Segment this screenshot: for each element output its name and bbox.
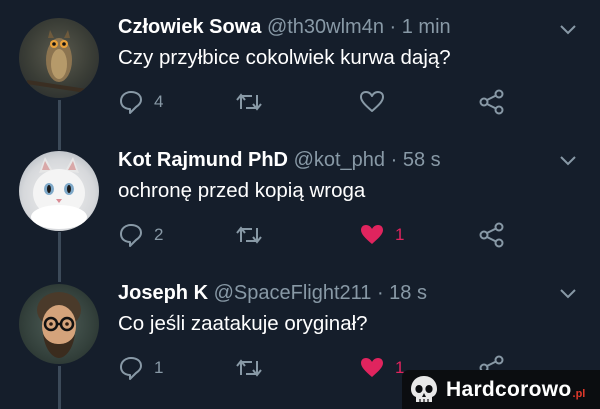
reply-button[interactable]: 2	[118, 221, 163, 249]
heart-icon	[360, 91, 384, 112]
skull-icon	[411, 375, 437, 402]
reply-button[interactable]: 4	[118, 88, 163, 116]
author-handle[interactable]: @th30wlm4n	[267, 16, 384, 38]
share-icon	[479, 222, 504, 248]
tweet[interactable]: Człowiek Sowa @th30wlm4n · 1 min Czy prz…	[0, 0, 600, 125]
like-button[interactable]: 1	[359, 354, 404, 382]
tweet-header: Kot Rajmund PhD @kot_phd · 58 s	[118, 149, 441, 172]
watermark: Hardcorowo .pl	[402, 370, 600, 409]
tweet-header: Człowiek Sowa @th30wlm4n · 1 min	[118, 16, 451, 39]
reply-icon	[120, 357, 142, 380]
tweet-text: Co jeśli zaatakuje oryginał?	[118, 312, 368, 335]
tweet-text: Czy przyłbice cokolwiek kurwa dają?	[118, 46, 451, 69]
tweet-header: Joseph K @SpaceFlight211 · 18 s	[118, 282, 427, 305]
timestamp[interactable]: · 1 min	[390, 16, 451, 38]
share-button[interactable]	[479, 221, 505, 249]
retweet-icon	[236, 359, 262, 377]
reply-icon	[120, 91, 142, 114]
chevron-down-icon[interactable]	[558, 22, 578, 36]
tweet-text: ochronę przed kopią wroga	[118, 179, 366, 202]
tweet-actions: 2 1	[118, 221, 518, 251]
retweet-button[interactable]	[234, 221, 264, 249]
cat-avatar[interactable]	[19, 151, 99, 231]
chevron-down-icon[interactable]	[558, 153, 578, 167]
tweet[interactable]: Kot Rajmund PhD @kot_phd · 58 s ochronę …	[0, 125, 600, 261]
tweet-actions: 4	[118, 88, 518, 118]
retweet-icon	[236, 93, 262, 111]
author-name[interactable]: Kot Rajmund PhD	[118, 149, 288, 171]
reply-count: 2	[154, 225, 164, 244]
man-avatar[interactable]	[19, 284, 99, 364]
reply-button[interactable]: 1	[118, 354, 163, 382]
heart-filled-icon	[361, 225, 383, 244]
author-name[interactable]: Człowiek Sowa	[118, 16, 261, 38]
retweet-button[interactable]	[234, 354, 264, 382]
retweet-button[interactable]	[234, 88, 264, 116]
reply-count: 4	[154, 92, 164, 111]
reply-icon	[120, 224, 142, 247]
like-count: 1	[395, 225, 405, 244]
author-handle[interactable]: @SpaceFlight211	[214, 282, 372, 304]
like-button[interactable]	[359, 88, 385, 116]
timestamp[interactable]: · 58 s	[391, 149, 441, 171]
author-handle[interactable]: @kot_phd	[294, 149, 385, 171]
heart-filled-icon	[361, 358, 383, 377]
share-icon	[479, 89, 504, 115]
reply-count: 1	[154, 358, 164, 377]
retweet-icon	[236, 226, 262, 244]
watermark-suffix: .pl	[572, 387, 586, 400]
owl-avatar[interactable]	[19, 18, 99, 98]
timestamp[interactable]: · 18 s	[377, 282, 427, 304]
share-button[interactable]	[479, 88, 505, 116]
chevron-down-icon[interactable]	[558, 286, 578, 300]
like-button[interactable]: 1	[359, 221, 404, 249]
author-name[interactable]: Joseph K	[118, 282, 208, 304]
watermark-text: Hardcorowo	[446, 377, 572, 401]
